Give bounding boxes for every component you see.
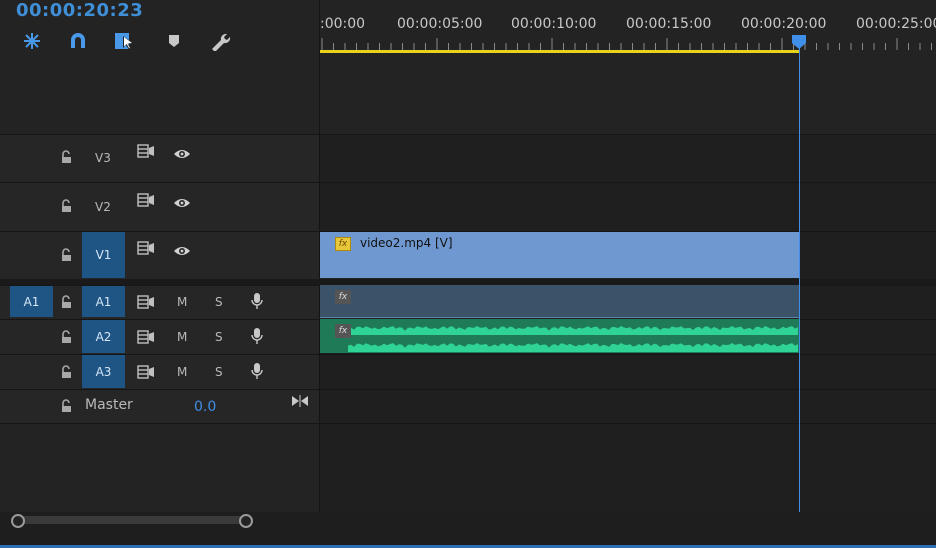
mute-button[interactable]: M [177, 295, 187, 309]
microphone-icon[interactable] [250, 362, 264, 384]
fx-label: fx [335, 324, 351, 338]
sync-lock-icon[interactable] [137, 294, 155, 313]
empty-lane-area [320, 423, 936, 513]
go-to-gap-icon[interactable] [291, 393, 309, 412]
lock-icon[interactable] [60, 329, 74, 348]
ruler-ticks [321, 38, 932, 50]
track-lane-v3[interactable] [320, 134, 936, 182]
add-marker-icon[interactable] [163, 31, 185, 51]
track-lane-v2[interactable] [320, 182, 936, 231]
track-target-a2[interactable]: A2 [82, 320, 125, 353]
scroll-handle-left[interactable] [11, 514, 25, 528]
audio-waveform [348, 326, 798, 352]
linked-selection-icon[interactable] [114, 31, 136, 51]
track-lane-a3[interactable] [320, 354, 936, 389]
track-label-v2: V2 [95, 200, 111, 214]
lock-icon[interactable] [60, 247, 74, 266]
lock-icon[interactable] [60, 398, 74, 417]
scroll-handle-right[interactable] [239, 514, 253, 528]
zoom-scrollbar[interactable] [16, 516, 247, 524]
track-header-master [0, 389, 319, 423]
fx-badge: fx [335, 290, 351, 304]
lock-icon[interactable] [60, 364, 74, 383]
ruler-label: 00:00:10:00 [511, 16, 597, 32]
empty-track-area [0, 423, 319, 513]
playhead-handle[interactable] [791, 34, 807, 50]
track-header-a3 [0, 354, 319, 389]
source-patch-a1[interactable]: A1 [10, 286, 53, 317]
mute-button[interactable]: M [177, 365, 187, 379]
ruler-label: 00:00:25:00 [856, 16, 936, 32]
track-target-a1[interactable]: A1 [82, 286, 125, 317]
track-header-v2 [0, 182, 319, 231]
track-target-v1[interactable]: V1 [82, 232, 125, 278]
track-header-a2 [0, 319, 319, 354]
fx-badge: fx [335, 237, 351, 251]
fx-label: fx [335, 290, 351, 304]
master-volume-value[interactable]: 0.0 [194, 399, 216, 415]
waveform-channel [348, 343, 798, 352]
fx-badge: fx [335, 324, 351, 338]
clip-title: video2.mp4 [V] [360, 236, 453, 250]
wrench-settings-icon[interactable] [209, 31, 231, 51]
sync-lock-icon[interactable] [137, 364, 155, 383]
microphone-icon[interactable] [250, 292, 264, 314]
snap-nest-icon[interactable] [21, 31, 43, 51]
eye-icon[interactable] [173, 242, 191, 261]
master-label: Master [85, 397, 133, 413]
audio-clip-a1[interactable] [320, 285, 800, 318]
track-lane-master [320, 389, 936, 423]
eye-icon[interactable] [173, 194, 191, 213]
sync-lock-icon[interactable] [137, 240, 155, 259]
lock-icon[interactable] [60, 294, 74, 313]
magnet-snap-icon[interactable] [67, 31, 89, 51]
ruler-label: 00:00:05:00 [397, 16, 483, 32]
eye-icon[interactable] [173, 145, 191, 164]
work-area-bar[interactable] [320, 50, 800, 53]
microphone-icon[interactable] [250, 327, 264, 349]
track-header-v1 [0, 231, 319, 280]
ruler-label: 00:00:15:00 [626, 16, 712, 32]
lock-icon[interactable] [60, 198, 74, 217]
sync-lock-icon[interactable] [137, 143, 155, 162]
track-header-v3 [0, 134, 319, 182]
solo-button[interactable]: S [215, 295, 223, 309]
sync-lock-icon[interactable] [137, 329, 155, 348]
playhead-line[interactable] [799, 40, 800, 512]
mute-button[interactable]: M [177, 330, 187, 344]
track-target-a3[interactable]: A3 [82, 355, 125, 388]
waveform-channel [348, 326, 798, 335]
sync-lock-icon[interactable] [137, 192, 155, 211]
ruler-label: 00:00:20:00 [741, 16, 827, 32]
ruler-label: :00:00 [320, 16, 366, 32]
playhead-timecode[interactable]: 00:00:20:23 [16, 0, 143, 21]
track-label-v3: V3 [95, 151, 111, 165]
fx-label: fx [335, 237, 351, 251]
lock-icon[interactable] [60, 149, 74, 168]
solo-button[interactable]: S [215, 330, 223, 344]
solo-button[interactable]: S [215, 365, 223, 379]
